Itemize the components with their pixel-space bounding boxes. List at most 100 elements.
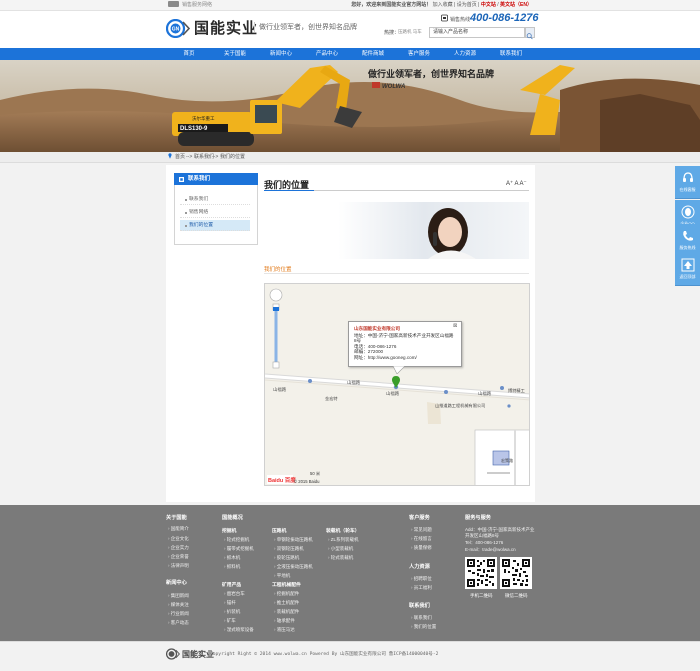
road-label: 山福路 [386, 390, 400, 397]
divider-accent [264, 190, 314, 191]
footer-contact-title: 服务与服务 [465, 515, 491, 521]
banner-brand: WOLWA [382, 84, 405, 90]
search-button[interactable] [525, 27, 535, 40]
bookmark-link[interactable]: 加入收藏 [433, 2, 453, 8]
close-icon[interactable]: ⊠ [453, 324, 458, 329]
nav-item-news[interactable]: 新闻中心 [263, 48, 299, 60]
footer-col-title: 联系我们 [409, 603, 430, 609]
footer-link[interactable]: 联系我们 [411, 615, 432, 621]
nav-item-about[interactable]: 关于国能 [217, 48, 253, 60]
footer-link[interactable]: 矿车 [224, 618, 236, 624]
footer-link[interactable]: 液压马达 [274, 627, 295, 633]
mobile-qr-code [465, 557, 497, 589]
road-label: 山福路 [478, 390, 492, 397]
qr-label: 手机二维码 [470, 593, 493, 598]
footer-link[interactable]: 法律声明 [168, 563, 189, 569]
poi-label: 金宏特 [325, 395, 338, 402]
footer-link[interactable]: 国能简介 [168, 526, 189, 532]
hotline-number: 400-086-1276 [470, 12, 539, 24]
map-canvas[interactable]: Baidu 百度 © 2015 Baidu 50 米 山福路 山福路 山福路 山… [265, 284, 530, 486]
top-tagline[interactable]: 销售服务网络 [168, 0, 212, 11]
breadcrumb-sep: --> [186, 154, 193, 160]
footer-col-title: 客户服务 [409, 515, 430, 521]
search-input[interactable]: 请输入产品名称 [429, 27, 525, 38]
footer-link[interactable]: 湿式喷浆设备 [224, 627, 254, 633]
footer-link[interactable]: 客户动态 [168, 620, 189, 626]
footer-link[interactable]: ZL系列装载机 [328, 537, 359, 543]
footer-link[interactable]: 媒体关注 [168, 602, 189, 608]
footer-link[interactable]: 全液压振动压路机 [274, 564, 313, 570]
footer-link[interactable]: 招聘职位 [411, 576, 432, 582]
lang-cn-link[interactable]: 中文站 [481, 2, 496, 8]
footer-link[interactable]: 挖掘机配件 [274, 591, 300, 597]
footer-link[interactable]: 轮式装载机 [328, 555, 354, 561]
footer-link[interactable]: 胶轮压路机 [274, 555, 300, 561]
footer [0, 505, 700, 641]
banner-image: DLS130-9 沃尔华重工 做行业领军者，创世界知名品牌 WOLWA [0, 60, 700, 152]
headset-icon [682, 172, 693, 182]
welcome-text: 您好，欢迎来到国能实业官方网站！ [351, 2, 432, 8]
footer-link[interactable]: 轴承配件 [274, 618, 295, 624]
footer-link[interactable]: 在线留言 [411, 536, 432, 542]
nav-item-parts[interactable]: 配件商城 [355, 48, 391, 60]
footer-contact-email: E-mail：trade@wolwa.cn [465, 547, 516, 552]
nav-item-home[interactable]: 首页 [171, 48, 207, 60]
footer-link[interactable]: 履带式挖掘机 [224, 546, 254, 552]
baidu-map[interactable]: Baidu 百度 © 2015 Baidu 50 米 山福路 山福路 山福路 山… [264, 283, 530, 486]
nav-item-contact[interactable]: 联系我们 [493, 48, 529, 60]
nav-item-hr[interactable]: 人力资源 [447, 48, 483, 60]
poi-label: 山推道路工程机械有限公司 [435, 402, 485, 409]
footer-link[interactable]: 装载机配件 [274, 609, 300, 615]
footer-link[interactable]: 企业荣誉 [168, 554, 189, 560]
set-home-link[interactable]: 设为首页 [457, 2, 477, 8]
footer-link[interactable]: 行业新闻 [168, 611, 189, 617]
breadcrumb-home[interactable]: 首页 [175, 152, 185, 163]
sidebar-item-sales-network[interactable]: 销售网络 [180, 207, 250, 218]
footer-link[interactable]: 单钢轮振动压路机 [274, 537, 313, 543]
poi-label: 博特精工 [508, 387, 525, 394]
sidebar-item-location[interactable]: 我们的位置 [180, 220, 250, 231]
nav-item-products[interactable]: 产品中心 [309, 48, 345, 60]
breadcrumb-level2[interactable]: 我们的位置 [220, 152, 245, 163]
footer-link[interactable]: 扒装机 [224, 609, 241, 615]
footer-link[interactable]: 质量保修 [411, 545, 432, 551]
menu-icon [179, 176, 184, 182]
online-service-button[interactable]: 在线客服 [675, 166, 700, 199]
wechat-qr-code [500, 557, 532, 589]
qq-icon [681, 205, 694, 219]
breadcrumb-sep: --> [212, 154, 219, 160]
footer-col-title: 人力资源 [409, 564, 430, 570]
section-label: 我们的位置 [264, 267, 292, 273]
inset-label: 宏策路 [501, 457, 513, 463]
logo-text[interactable]: 国能实业 [194, 17, 258, 38]
nav-item-service[interactable]: 客户服务 [401, 48, 437, 60]
footer-link[interactable]: 小型装载机 [328, 546, 354, 552]
footer-link[interactable]: 抓料机 [224, 564, 241, 570]
footer-link[interactable]: 员工福利 [411, 585, 432, 591]
footer-link[interactable]: 企业文化 [168, 536, 189, 542]
breadcrumb: 首页 --> 联系我们 --> 我们的位置 [0, 152, 700, 163]
bottom-logo-icon [166, 648, 180, 660]
footer-link[interactable]: 抓木机 [224, 555, 241, 561]
footer-col-title: 新闻中心 [166, 580, 187, 586]
footer-link[interactable]: 双钢轮压路机 [274, 546, 304, 552]
footer-link[interactable]: 推土机配件 [274, 600, 300, 606]
footer-link[interactable]: 集团新闻 [168, 593, 189, 599]
footer-col-title: 关于国能 [166, 515, 187, 521]
footer-link[interactable]: 凿岩台车 [224, 591, 245, 597]
footer-link[interactable]: 企业实力 [168, 545, 189, 551]
svg-text:GN: GN [172, 27, 180, 33]
footer-link[interactable]: 我们的位置 [411, 624, 437, 630]
footer-link[interactable]: 常见问题 [411, 527, 432, 533]
logo-icon[interactable]: GN [166, 19, 190, 38]
font-size-controls[interactable]: A⁺ A A⁻ [506, 180, 527, 187]
back-to-top-button[interactable]: 返回顶部 [675, 253, 700, 286]
lang-en-link[interactable]: 英文站（EN） [500, 2, 532, 8]
footer-link[interactable]: 轮式挖掘机 [224, 537, 250, 543]
footer-link[interactable]: 平地机 [274, 573, 291, 579]
search-hot-keywords[interactable]: 压路机 马车 [398, 29, 422, 35]
sidebar-item-contact[interactable]: 联系我们 [180, 194, 250, 205]
footer-link[interactable]: 锚杆 [224, 600, 236, 606]
header-slogan: 做行业领军者，创世界知名品牌 [254, 22, 357, 32]
breadcrumb-level1[interactable]: 联系我们 [194, 152, 214, 163]
